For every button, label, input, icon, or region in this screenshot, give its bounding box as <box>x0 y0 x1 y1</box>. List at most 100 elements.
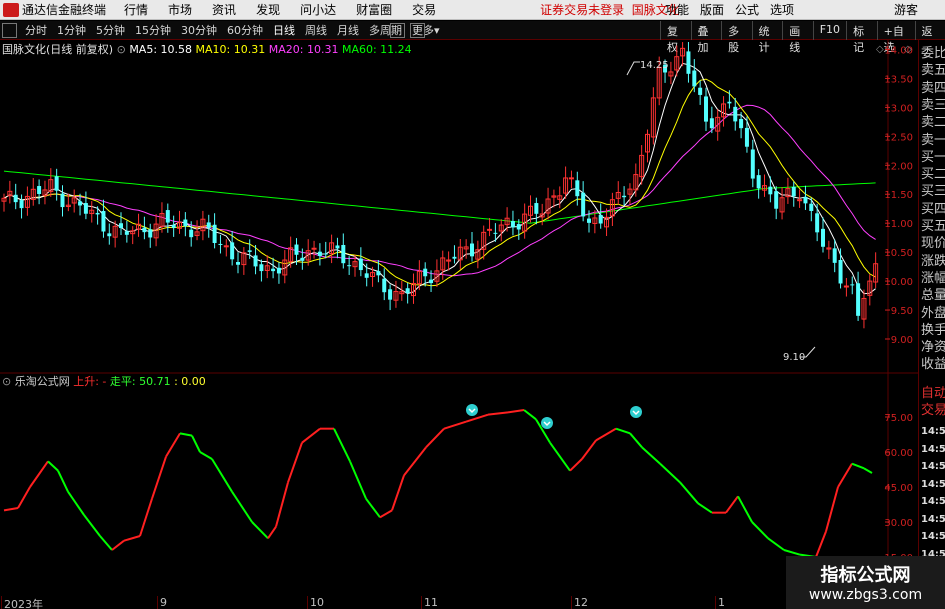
oscillator-segment <box>287 442 303 483</box>
candle-body <box>493 232 498 234</box>
oscillator-segment <box>629 432 643 448</box>
multi-stock-button[interactable]: 多股 <box>721 21 752 54</box>
candle-body <box>311 247 317 250</box>
tab-monthly[interactable]: 月线 <box>332 22 364 38</box>
tab-weekly[interactable]: 周线 <box>300 22 332 38</box>
tab-intraday[interactable]: 分时 <box>20 22 52 38</box>
side-label: 净资 <box>921 340 945 356</box>
toolbar-toggle-icon[interactable] <box>2 23 17 38</box>
menu-discover[interactable]: 发现 <box>256 3 280 17</box>
menu-trade[interactable]: 交易 <box>412 3 436 17</box>
trade-time: 14:56 <box>921 443 945 455</box>
oscillator-segment <box>3 507 19 512</box>
side-label: 卖三 <box>921 97 945 113</box>
f10-button[interactable]: F10 <box>812 21 846 40</box>
date-tick <box>571 596 572 609</box>
main-menu: 行情 市场 资讯 发现 问小达 财富圈 交易 <box>124 1 456 18</box>
draw-line-button[interactable]: 画线 <box>782 21 813 54</box>
side-label: 卖五 <box>921 63 945 79</box>
candle-body <box>364 273 369 278</box>
oscillator-segment <box>523 409 537 421</box>
statistics-button[interactable]: 统计 <box>751 21 783 54</box>
diamond-icon: ◇ <box>876 44 884 55</box>
oscillator-segment <box>825 486 839 532</box>
mark-button[interactable]: 标记 <box>846 21 877 54</box>
adjust-button[interactable]: 复权 <box>660 21 691 54</box>
date-axis-label: 12 <box>574 596 588 609</box>
candle-body <box>101 210 106 232</box>
candle-body <box>95 212 100 215</box>
candle-body <box>568 177 574 180</box>
guest-button[interactable]: 游客 <box>894 1 918 18</box>
candle-body <box>276 267 281 274</box>
oscillator-segment <box>333 428 351 462</box>
oscillator-segment <box>863 467 873 474</box>
right-toolbar-buttons: 复权 叠加 多股 统计 画线 F10 标记 +自选 返回 <box>660 21 945 54</box>
candle-body <box>148 229 153 238</box>
candle-body <box>622 195 627 198</box>
trade-time: 14:56 <box>921 478 945 490</box>
layout-square-icon[interactable] <box>410 23 425 38</box>
price-axis-label: 11.00 <box>884 219 913 230</box>
diamond-icon: ◇ <box>904 44 912 55</box>
oscillator-segment <box>151 456 167 499</box>
candle-body <box>247 250 252 252</box>
tab-60min[interactable]: 60分钟 <box>222 22 268 38</box>
tab-1min[interactable]: 1分钟 <box>52 22 91 38</box>
date-tick <box>307 596 308 609</box>
menu-markets[interactable]: 市场 <box>168 3 192 17</box>
candle-body <box>388 289 393 300</box>
oscillator-segment <box>767 537 785 551</box>
oscillator-segment <box>615 427 631 435</box>
candle-body <box>429 279 434 284</box>
trade-time: 14:56 <box>921 531 945 542</box>
candle-body <box>843 285 849 288</box>
add-watchlist-button[interactable]: +自选 <box>876 21 915 54</box>
period-toolbar: 分时 1分钟 5分钟 15分钟 30分钟 60分钟 日线 周线 月线 多周期 更… <box>0 21 945 54</box>
oscillator-segment <box>815 530 827 558</box>
side-label: 换手 <box>921 322 945 338</box>
candle-body <box>452 256 457 259</box>
candle-body <box>709 118 714 129</box>
side-label: 外盘 <box>921 305 945 321</box>
oscillator-segment <box>569 458 583 472</box>
menu-news[interactable]: 资讯 <box>212 3 236 17</box>
candle-body <box>341 244 346 264</box>
candle-body <box>686 51 691 74</box>
oscillator-segment <box>549 442 571 472</box>
oscillator-segment <box>231 491 253 523</box>
tab-15min[interactable]: 15分钟 <box>130 22 176 38</box>
settings-square-icon[interactable] <box>390 23 405 38</box>
menu-market[interactable]: 行情 <box>124 3 148 17</box>
oscillator-segment <box>211 458 233 493</box>
candle-body <box>206 222 211 228</box>
back-button[interactable]: 返回 <box>914 21 945 54</box>
candle-body <box>124 231 129 235</box>
candle-body <box>856 283 861 316</box>
candle-body <box>37 186 42 194</box>
candle-body <box>510 221 515 228</box>
trade-login-status[interactable]: 证券交易未登录 国脉文化 <box>540 1 680 18</box>
menu-function[interactable]: 功能 <box>665 3 689 17</box>
candle-body <box>223 245 229 248</box>
oscillator-segment <box>487 411 509 416</box>
trade-time: 14:56 <box>921 513 945 525</box>
tab-30min[interactable]: 30分钟 <box>176 22 222 38</box>
ma10-line <box>3 78 876 287</box>
kline-chart[interactable]: 14.0013.5013.0012.5012.0011.5011.0010.50… <box>0 40 918 596</box>
candle-body <box>212 224 217 244</box>
side-label: 涨跌 <box>921 253 945 269</box>
candle-body <box>19 200 24 209</box>
menu-wealth[interactable]: 财富圈 <box>356 3 392 17</box>
menu-formula[interactable]: 公式 <box>735 3 759 17</box>
candle-body <box>171 224 176 228</box>
tab-5min[interactable]: 5分钟 <box>91 22 130 38</box>
overlay-button[interactable]: 叠加 <box>690 21 722 54</box>
price-axis-label: 13.50 <box>884 74 913 85</box>
menu-layout[interactable]: 版面 <box>700 3 724 17</box>
menu-options[interactable]: 选项 <box>770 3 794 17</box>
tab-daily[interactable]: 日线 <box>268 22 300 38</box>
candle-body <box>335 245 340 249</box>
oscillator-segment <box>349 460 367 500</box>
menu-ask[interactable]: 问小达 <box>300 3 336 17</box>
